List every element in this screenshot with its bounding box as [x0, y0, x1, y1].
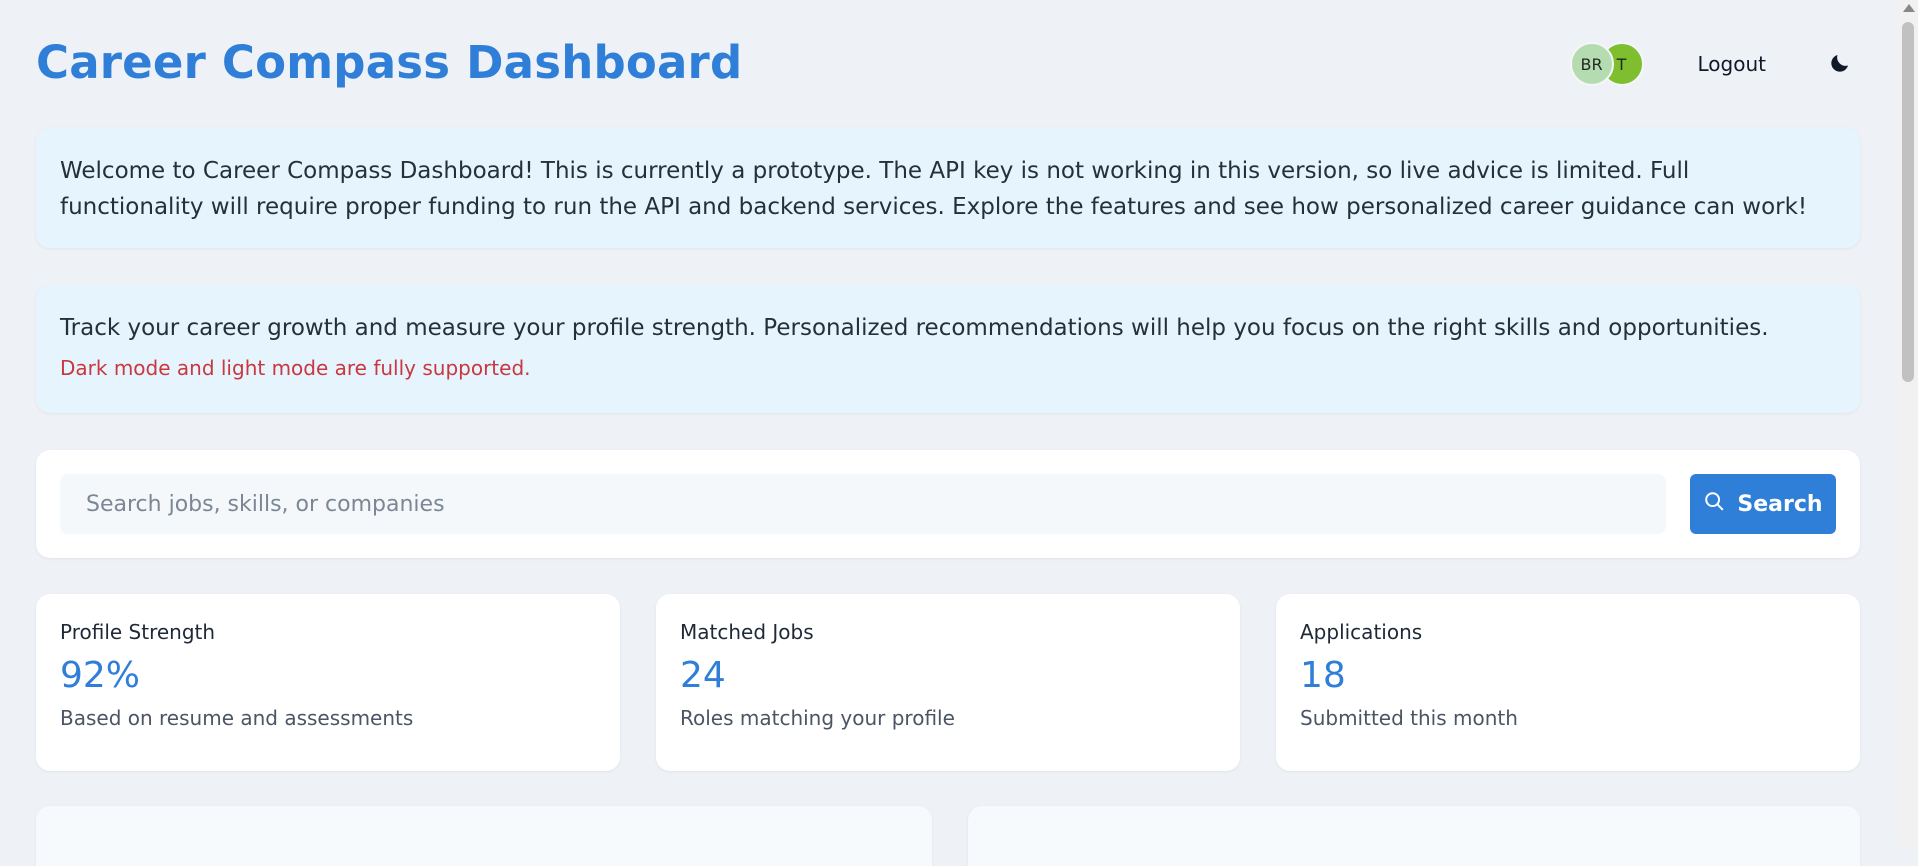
- theme-toggle-button[interactable]: [1820, 44, 1860, 84]
- left-panel: [36, 806, 932, 866]
- moon-icon: [1828, 51, 1852, 78]
- stat-card-matched-jobs: Matched Jobs 24 Roles matching your prof…: [656, 594, 1240, 771]
- search-icon: [1703, 490, 1725, 518]
- stat-description: Roles matching your profile: [680, 706, 955, 730]
- search-input[interactable]: [60, 474, 1666, 534]
- stat-value: 18: [1300, 655, 1346, 696]
- stat-label: Applications: [1300, 620, 1423, 644]
- stat-card-applications: Applications 18 Submitted this month: [1276, 594, 1860, 771]
- stat-value: 24: [680, 655, 726, 696]
- header: Career Compass Dashboard BR T Logout: [36, 0, 1860, 128]
- header-actions: BR T Logout: [1569, 40, 1860, 88]
- stats-row: Profile Strength 92% Based on resume and…: [36, 594, 1860, 771]
- avatar-group[interactable]: BR T: [1569, 40, 1650, 88]
- vertical-scrollbar[interactable]: [1898, 0, 1918, 846]
- info-text: Track your career growth and measure you…: [60, 315, 1769, 341]
- stat-label: Matched Jobs: [680, 620, 814, 644]
- search-button[interactable]: Search: [1690, 474, 1836, 534]
- scroll-up-arrow-icon[interactable]: [1903, 4, 1915, 12]
- stat-card-profile-strength: Profile Strength 92% Based on resume and…: [36, 594, 620, 771]
- search-button-label: Search: [1737, 491, 1823, 517]
- dashboard-page: Career Compass Dashboard BR T Logout Wel…: [36, 0, 1860, 866]
- stat-value: 92%: [60, 655, 141, 696]
- right-panel: [968, 806, 1860, 866]
- search-bar: Search: [36, 450, 1860, 558]
- stat-description: Submitted this month: [1300, 706, 1518, 730]
- avatar[interactable]: BR: [1569, 42, 1614, 86]
- notice-text: Welcome to Career Compass Dashboard! Thi…: [60, 158, 1808, 220]
- theme-support-note: Dark mode and light mode are fully suppo…: [60, 356, 531, 380]
- stat-description: Based on resume and assessments: [60, 706, 414, 730]
- info-banner: Track your career growth and measure you…: [36, 285, 1860, 413]
- scrollbar-thumb[interactable]: [1902, 22, 1914, 382]
- stat-label: Profile Strength: [60, 620, 216, 644]
- logout-button[interactable]: Logout: [1686, 44, 1778, 84]
- prototype-notice: Welcome to Career Compass Dashboard! Thi…: [36, 128, 1860, 248]
- page-title: Career Compass Dashboard: [36, 36, 743, 89]
